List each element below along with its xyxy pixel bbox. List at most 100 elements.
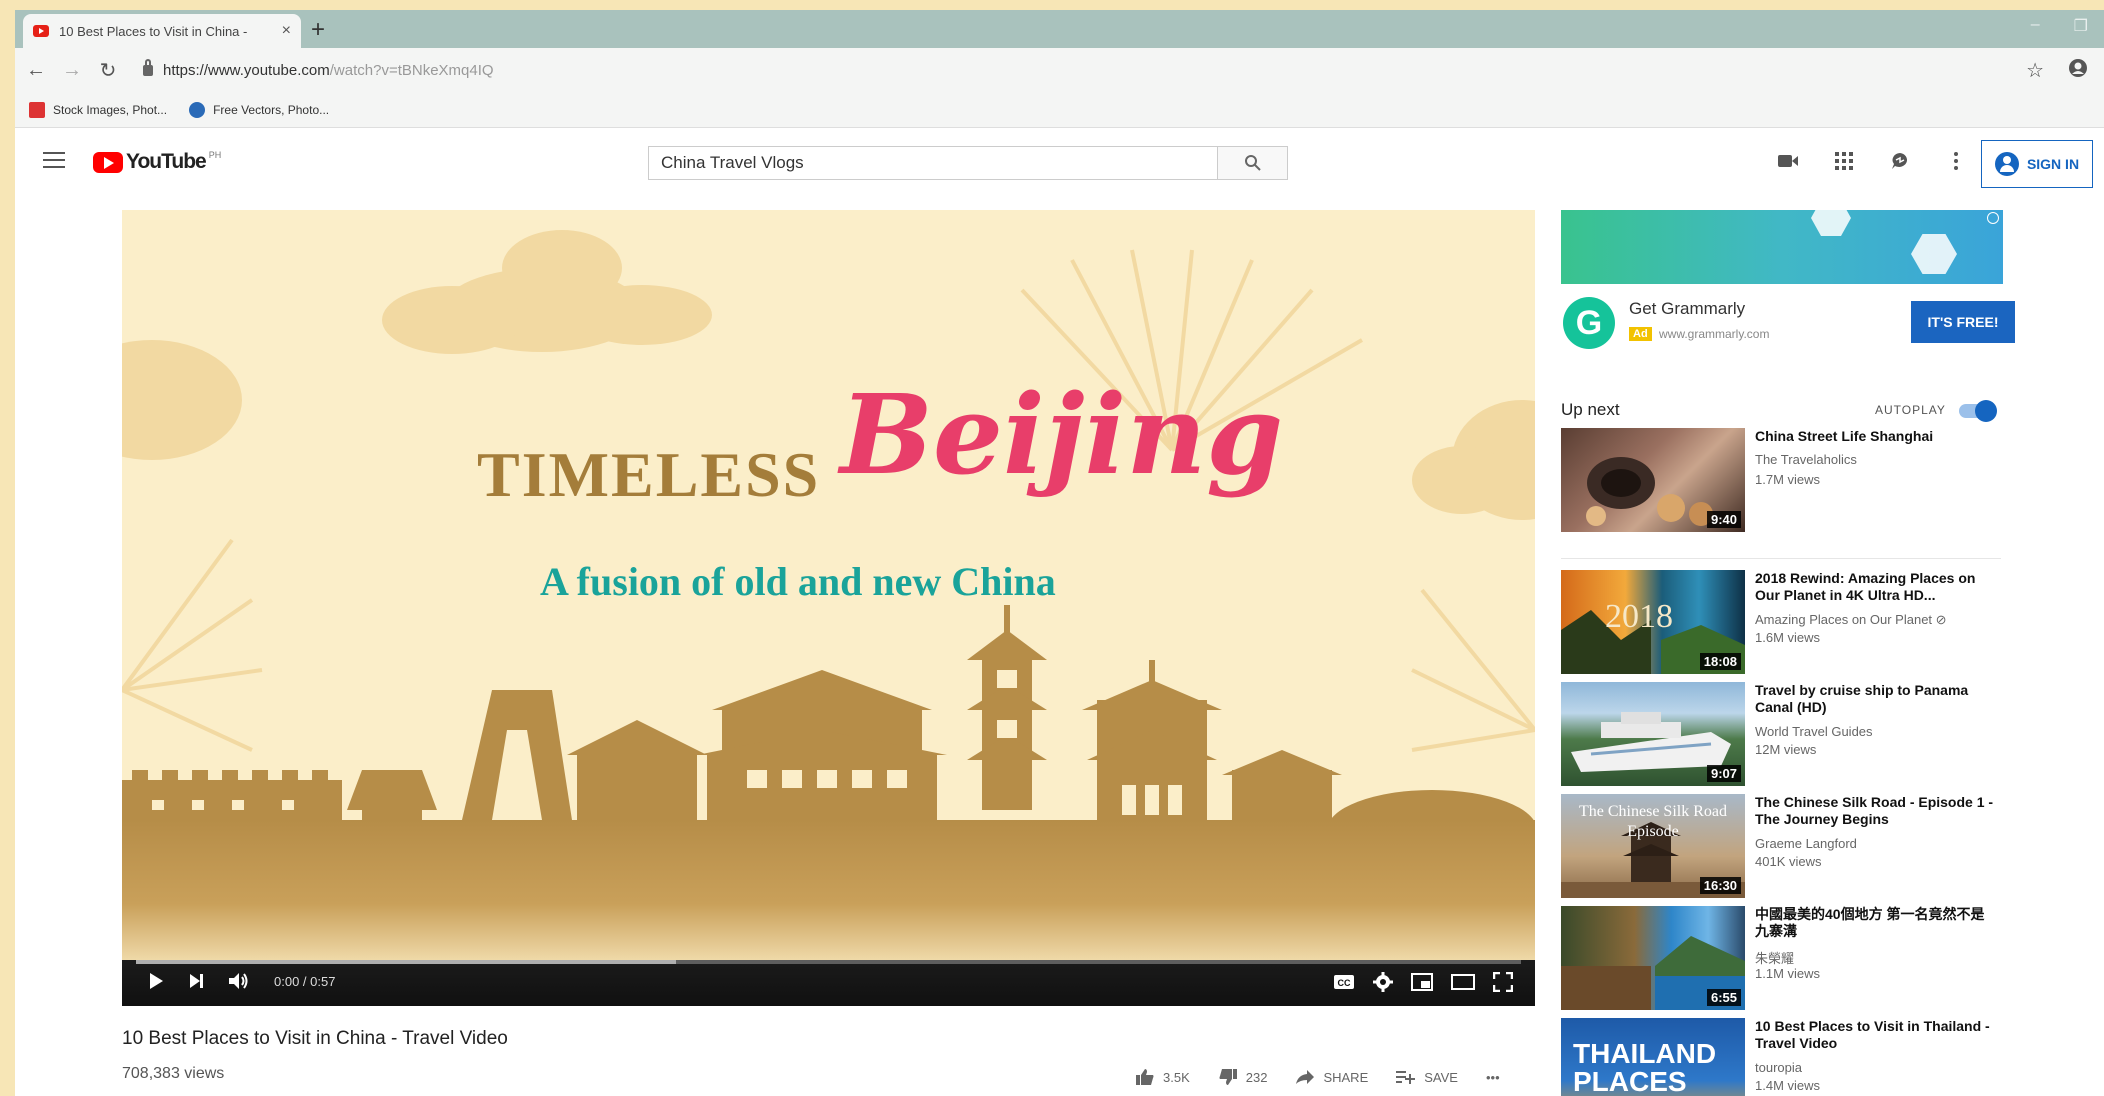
player-controls: 0:00 / 0:57 CC — [122, 960, 1535, 1006]
duration-badge: 6:55 — [1706, 989, 1741, 1006]
tab-close-icon[interactable]: × — [282, 22, 291, 40]
settings-gear-icon[interactable] — [1373, 972, 1393, 992]
artwork-subtitle: A fusion of old and new China — [540, 559, 1056, 604]
autoplay-toggle[interactable] — [1959, 400, 1997, 422]
next-icon[interactable] — [188, 973, 204, 989]
autoplay-label: AUTOPLAY — [1875, 403, 1946, 417]
theater-mode-icon[interactable] — [1451, 974, 1475, 990]
dislike-button[interactable]: 232 — [1218, 1068, 1267, 1086]
browser-toolbar: ← → ↻ https://www.youtube.com/watch?v=tB… — [15, 48, 2104, 92]
ad-banner-shape — [1911, 234, 1957, 274]
rec-title: 2018 Rewind: Amazing Places on Our Plane… — [1755, 570, 1976, 603]
more-vert-icon[interactable] — [1945, 150, 1967, 172]
back-arrow-icon[interactable]: ← — [21, 59, 51, 82]
lock-icon — [143, 58, 153, 76]
rec-title: The Chinese Silk Road - Episode 1 - The … — [1755, 794, 1994, 827]
artwork-city: Beijing — [840, 370, 1284, 499]
header-icons — [1777, 150, 1967, 172]
video-title: 10 Best Places to Visit in China - Trave… — [122, 1028, 508, 1049]
video-thumbnail: The Chinese Silk Road Episode 16:30 — [1561, 794, 1745, 898]
controls-left: 0:00 / 0:57 — [148, 972, 335, 990]
play-icon[interactable] — [148, 972, 164, 990]
menu-icon[interactable] — [43, 152, 65, 168]
tab-title: 10 Best Places to Visit in China - — [59, 23, 248, 39]
save-label: SAVE — [1424, 1069, 1458, 1085]
bookmark-stock-images[interactable]: Stock Images, Phot... — [29, 101, 168, 118]
rec-views: 12M views — [1755, 742, 1817, 757]
progress-loaded — [136, 960, 677, 964]
ad-cta-button[interactable]: IT'S FREE! — [1911, 301, 2015, 343]
reload-icon[interactable]: ↻ — [93, 58, 123, 83]
duration-badge: 9:07 — [1706, 765, 1741, 782]
bookmark-free-vectors[interactable]: Free Vectors, Photo... — [189, 101, 329, 118]
bookmark-star-icon[interactable]: ☆ — [2026, 58, 2044, 84]
list-item[interactable]: The Chinese Silk Road Episode 16:30 The … — [1561, 794, 2001, 898]
rec-channel: World Travel Guides — [1755, 724, 1873, 739]
list-item[interactable]: 6:55 中國最美的40個地方 第一名竟然不是九寨溝 朱榮耀 1.1M view… — [1561, 906, 2001, 1010]
video-actions: 3.5K 232 SHARE SAVE ••• — [1135, 1068, 1500, 1086]
ad-badge: Ad — [1629, 327, 1652, 341]
video-thumbnail: 9:07 — [1561, 682, 1745, 786]
video-thumbnail: 6:55 — [1561, 906, 1745, 1010]
share-arrow-icon — [1296, 1070, 1315, 1084]
create-video-icon[interactable] — [1777, 150, 1799, 172]
grammarly-logo-icon: G — [1563, 297, 1615, 349]
sign-in-button[interactable]: SIGN IN — [1981, 140, 2093, 188]
like-button[interactable]: 3.5K — [1135, 1068, 1190, 1086]
account-icon — [1994, 152, 2019, 176]
save-button[interactable]: SAVE — [1396, 1069, 1458, 1085]
search-bar — [648, 146, 1288, 180]
list-item[interactable]: THAILAND PLACES 10 Best Places to Visit … — [1561, 1018, 2001, 1096]
fullscreen-icon[interactable] — [1493, 972, 1513, 992]
restore-button[interactable]: ❐ — [2074, 16, 2088, 36]
volume-icon[interactable] — [228, 972, 250, 990]
ad-card[interactable]: G Get Grammarly Ad www.grammarly.com IT'… — [1561, 293, 2015, 355]
messages-icon[interactable] — [1889, 150, 1911, 172]
youtube-logo[interactable]: YouTube PH — [93, 150, 221, 174]
new-tab-button[interactable]: + — [311, 16, 325, 44]
like-count: 3.5K — [1163, 1069, 1190, 1085]
address-bar[interactable]: https://www.youtube.com/watch?v=tBNkeXmq… — [143, 54, 2014, 86]
more-actions-icon[interactable]: ••• — [1486, 1070, 1500, 1085]
logo-wordmark: YouTube — [126, 150, 207, 173]
list-item[interactable]: 9:40 China Street Life Shanghai The Trav… — [1561, 428, 2001, 532]
video-thumbnail: 2018 18:08 — [1561, 570, 1745, 674]
toolbar-right: ☆ — [2026, 58, 2088, 84]
rec-views: 1.7M views — [1755, 472, 1821, 487]
youtube-play-icon — [93, 151, 123, 173]
controls-right: CC — [1333, 972, 1513, 992]
ad-banner[interactable] — [1561, 210, 2003, 284]
ad-info-icon[interactable] — [1987, 212, 1999, 224]
bookmarks-bar: Stock Images, Phot... Free Vectors, Phot… — [15, 92, 2104, 128]
playlist-add-icon — [1396, 1071, 1416, 1084]
thumbs-down-icon — [1219, 1069, 1237, 1085]
bookmark-label: Stock Images, Phot... — [53, 102, 168, 117]
search-icon — [1244, 155, 1261, 171]
rec-title: 10 Best Places to Visit in Thailand - Tr… — [1755, 1018, 1990, 1051]
logo-region: PH — [208, 150, 222, 160]
list-item[interactable]: 9:07 Travel by cruise ship to Panama Can… — [1561, 682, 2001, 786]
thumbnail-text: The Chinese Silk Road Episode — [1579, 803, 1727, 840]
captions-icon[interactable]: CC — [1333, 974, 1355, 990]
rec-title: China Street Life Shanghai — [1755, 428, 1934, 444]
time-display: 0:00 / 0:57 — [274, 973, 336, 989]
search-button[interactable] — [1217, 147, 1287, 179]
duration-badge: 18:08 — [1699, 653, 1741, 670]
search-input[interactable] — [649, 147, 1217, 179]
free-vectors-icon — [189, 101, 206, 118]
ad-url: www.grammarly.com — [1659, 327, 1770, 341]
list-item[interactable]: 2018 18:08 2018 Rewind: Amazing Places o… — [1561, 570, 2001, 674]
share-button[interactable]: SHARE — [1295, 1069, 1368, 1085]
sign-in-label: SIGN IN — [2026, 156, 2080, 172]
window-controls: – ❐ — [2031, 16, 2088, 36]
profile-icon[interactable] — [2068, 58, 2088, 84]
minimize-button[interactable]: – — [2031, 16, 2040, 36]
progress-bar[interactable] — [136, 960, 1521, 964]
artwork-title: TIMELESS — [477, 439, 821, 510]
apps-grid-icon[interactable] — [1833, 150, 1855, 172]
rec-views: 401K views — [1755, 854, 1822, 869]
forward-arrow-icon[interactable]: → — [57, 59, 87, 82]
browser-tab[interactable]: 10 Best Places to Visit in China - × — [23, 14, 301, 48]
miniplayer-icon[interactable] — [1411, 973, 1433, 991]
video-player[interactable]: TIMELESS Beijing A fusion of old and new… — [122, 210, 1535, 1006]
